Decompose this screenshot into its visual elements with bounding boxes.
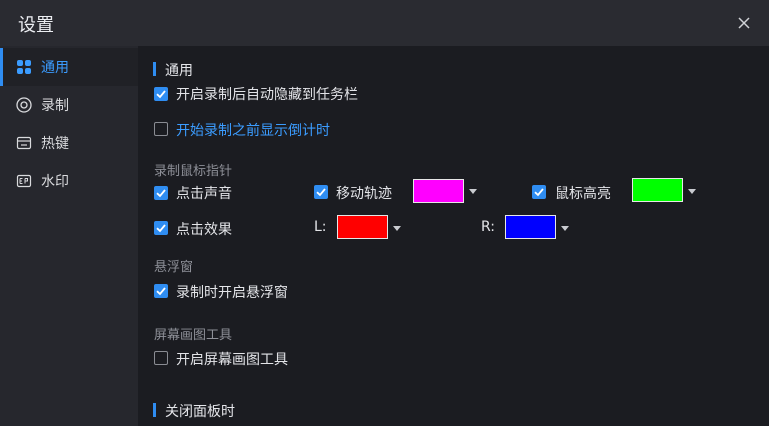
move-track-label[interactable]: 移动轨迹: [336, 183, 392, 203]
sidebar-item-hotkeys[interactable]: 热键: [0, 124, 138, 162]
group-title-mouse: 录制鼠标指针: [154, 164, 233, 179]
sidebar-item-label: 通用: [41, 60, 69, 76]
grid-icon: [17, 60, 31, 74]
active-indicator: [0, 48, 3, 86]
right-click-label: R:: [481, 219, 496, 235]
floating-window-label[interactable]: 录制时开启悬浮窗: [176, 282, 288, 302]
record-icon: [16, 97, 32, 113]
section-accent-bar: [153, 62, 156, 76]
window-title: 设置: [18, 15, 54, 36]
chevron-down-icon[interactable]: [688, 189, 696, 195]
highlight-checkbox[interactable]: [532, 185, 546, 199]
chevron-down-icon[interactable]: [393, 226, 401, 232]
sidebar-item-label: 水印: [41, 174, 69, 190]
check-icon: [156, 90, 166, 99]
sidebar-item-label: 录制: [41, 98, 69, 114]
check-icon: [534, 188, 544, 197]
click-sound-checkbox[interactable]: [154, 186, 168, 200]
section-title-close-panel: 关闭面板时: [165, 404, 235, 420]
title-bar: 设置: [0, 0, 769, 46]
check-icon: [316, 188, 326, 197]
keyboard-icon: [16, 136, 32, 150]
click-effect-label[interactable]: 点击效果: [176, 219, 232, 239]
check-icon: [156, 189, 166, 198]
sidebar-item-label: 热键: [41, 136, 69, 152]
check-icon: [156, 287, 166, 296]
drawing-tool-checkbox[interactable]: [154, 351, 168, 365]
check-icon: [156, 224, 166, 233]
group-title-floating: 悬浮窗: [154, 260, 194, 275]
sidebar-item-watermark[interactable]: 水印: [0, 162, 138, 200]
sidebar: 通用 录制 热键 水印: [0, 46, 138, 426]
right-click-color-swatch[interactable]: [505, 215, 556, 239]
left-click-color-swatch[interactable]: [337, 215, 388, 239]
highlight-color-swatch[interactable]: [632, 178, 683, 202]
highlight-label[interactable]: 鼠标高亮: [555, 183, 611, 203]
chevron-down-icon[interactable]: [561, 226, 569, 232]
section-title-general: 通用: [165, 63, 193, 79]
settings-panel: 通用 开启录制后自动隐藏到任务栏 开始录制之前显示倒计时 录制鼠标指针 点击声音…: [138, 46, 769, 426]
watermark-icon: [16, 174, 32, 188]
floating-window-checkbox[interactable]: [154, 284, 168, 298]
click-effect-checkbox[interactable]: [154, 221, 168, 235]
drawing-tool-label[interactable]: 开启屏幕画图工具: [176, 349, 288, 369]
close-button[interactable]: [730, 9, 758, 37]
close-icon: [738, 17, 750, 29]
click-sound-label[interactable]: 点击声音: [176, 183, 232, 203]
auto-hide-label[interactable]: 开启录制后自动隐藏到任务栏: [176, 84, 358, 104]
group-title-drawing: 屏幕画图工具: [154, 328, 233, 343]
section-accent-bar: [153, 403, 156, 417]
countdown-label[interactable]: 开始录制之前显示倒计时: [176, 120, 330, 140]
sidebar-item-general[interactable]: 通用: [0, 48, 138, 86]
left-click-label: L:: [314, 219, 327, 235]
auto-hide-checkbox[interactable]: [154, 87, 168, 101]
chevron-down-icon[interactable]: [469, 189, 477, 195]
sidebar-item-record[interactable]: 录制: [0, 86, 138, 124]
move-track-color-swatch[interactable]: [413, 179, 464, 203]
countdown-checkbox[interactable]: [154, 122, 168, 136]
move-track-checkbox[interactable]: [314, 185, 328, 199]
